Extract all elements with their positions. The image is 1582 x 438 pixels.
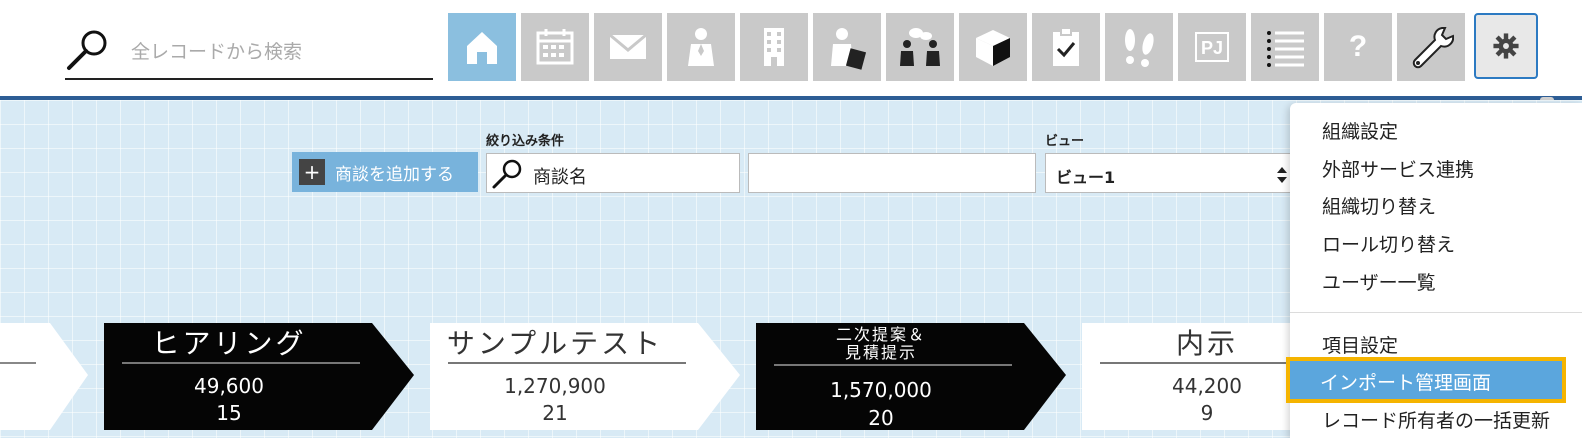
global-search [65, 24, 433, 80]
stage-title-line1: 二次提案＆ [835, 325, 926, 344]
home-button[interactable] [448, 13, 516, 81]
mail-icon [609, 33, 647, 59]
business-person-card-icon [831, 28, 867, 70]
add-deal-label: 商談を追加する [335, 164, 454, 185]
menu-item-import-management[interactable]: インポート管理画面 [1286, 357, 1566, 403]
pipeline-stage-partial[interactable] [0, 320, 90, 430]
meeting-icon [900, 28, 940, 66]
view-select[interactable]: ビュー1 [1045, 153, 1295, 193]
contact-person-button[interactable] [667, 13, 735, 81]
stage-amount: 1,570,000 [830, 378, 932, 402]
stage-amount: 49,600 [194, 374, 264, 398]
calendar-icon [536, 29, 574, 65]
stage-title: ヒアリング [151, 327, 307, 360]
filter-label: 絞り込み条件 [486, 134, 565, 149]
global-search-input[interactable] [131, 38, 421, 66]
pipeline-stage[interactable]: サンプルテスト 1,270,900 21 [430, 320, 742, 430]
meeting-button[interactable] [886, 13, 954, 81]
select-arrows-icon [1277, 167, 1287, 183]
help-button[interactable]: ? [1324, 13, 1392, 81]
footprints-icon [1125, 29, 1154, 67]
stage-divider [1100, 362, 1300, 364]
view-select-value: ビュー1 [1056, 168, 1116, 187]
menu-item-import-label: インポート管理画面 [1320, 372, 1492, 394]
menu-item-user-list[interactable]: ユーザー一覧 [1322, 268, 1436, 295]
pipeline-stage[interactable]: ヒアリング 49,600 15 [104, 320, 416, 430]
pipeline-stage[interactable]: 内示 44,200 9 [1082, 320, 1300, 430]
stage-amount: 1,270,900 [504, 374, 606, 398]
menu-item-bulk-owner-update[interactable]: レコード所有者の一括更新 [1322, 406, 1550, 433]
menu-item-switch-role[interactable]: ロール切り替え [1322, 230, 1455, 257]
filter-field-value: 商談名 [533, 167, 587, 188]
stage-divider [122, 362, 360, 364]
main-nav-toolbar: PJ ? [448, 13, 1538, 81]
plus-icon: + [299, 159, 325, 185]
stage-title-line2: 見積提示 [844, 343, 917, 362]
todo-button[interactable] [1032, 13, 1100, 81]
stage-divider [448, 362, 686, 364]
menu-item-org-settings[interactable]: 組織設定 [1322, 117, 1398, 144]
stage-count: 21 [542, 401, 568, 425]
view-label: ビュー [1045, 134, 1085, 149]
stage-title: サンプルテスト [446, 327, 664, 360]
search-icon[interactable] [65, 26, 111, 72]
add-deal-button[interactable]: + 商談を追加する [292, 152, 478, 192]
stage-count: 20 [868, 406, 894, 430]
stage-title: 二次提案＆ 見積提示 [756, 326, 1006, 362]
gear-icon [1493, 33, 1519, 59]
company-button[interactable] [740, 13, 808, 81]
project-icon: PJ [1195, 32, 1229, 62]
settings-dropdown-menu: 組織設定 外部サービス連携 組織切り替え ロール切り替え ユーザー一覧 項目設定… [1286, 103, 1582, 438]
stage-count: 15 [216, 401, 242, 425]
calendar-button[interactable] [521, 13, 589, 81]
svg-text:PJ: PJ [1201, 38, 1223, 58]
menu-item-external-services[interactable]: 外部サービス連携 [1322, 155, 1474, 182]
person-icon [688, 28, 714, 66]
menu-item-field-settings[interactable]: 項目設定 [1322, 331, 1398, 358]
filter-value-input[interactable] [748, 153, 1036, 193]
list-icon [1267, 31, 1304, 67]
clipboard-check-icon [1053, 27, 1079, 66]
activity-button[interactable] [1105, 13, 1173, 81]
filter-field-name[interactable]: 商談名 [486, 153, 740, 193]
wrench-icon [1412, 27, 1454, 69]
tools-button[interactable] [1397, 13, 1465, 81]
settings-button[interactable] [1474, 13, 1538, 79]
stage-arrow-shape [0, 323, 88, 430]
building-icon [764, 28, 784, 66]
menu-divider [1290, 312, 1582, 313]
product-button[interactable] [959, 13, 1027, 81]
stage-divider [774, 364, 1012, 366]
list-button[interactable] [1251, 13, 1319, 81]
mail-button[interactable] [594, 13, 662, 81]
menu-item-switch-org[interactable]: 組織切り替え [1322, 192, 1436, 219]
project-button[interactable]: PJ [1178, 13, 1246, 81]
business-card-button[interactable] [813, 13, 881, 81]
home-icon [467, 32, 497, 64]
help-icon: ? [1348, 30, 1368, 63]
pipeline-stage[interactable]: 二次提案＆ 見積提示 1,570,000 20 [756, 320, 1068, 430]
search-icon [492, 159, 522, 189]
product-box-icon [976, 30, 1010, 66]
header: PJ ? [0, 0, 1582, 100]
